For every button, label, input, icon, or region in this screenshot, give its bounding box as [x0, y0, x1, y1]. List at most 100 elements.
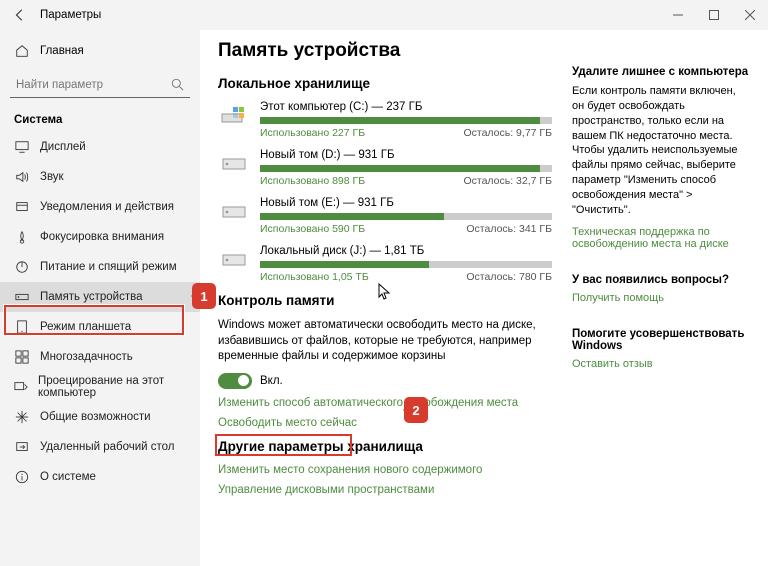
minimize-icon	[673, 10, 683, 20]
aside-link-2[interactable]: Получить помощь	[572, 292, 750, 304]
drive-icon	[218, 197, 250, 223]
drive-free: Осталось: 32,7 ГБ	[463, 175, 552, 187]
storage-icon	[14, 290, 30, 304]
storage-sense-header: Контроль памяти	[218, 293, 552, 308]
sidebar-item-label: О системе	[40, 471, 96, 483]
sidebar-item-label: Многозадачность	[40, 351, 133, 363]
sidebar-item-multitask[interactable]: Многозадачность	[0, 342, 200, 372]
aside-link-3[interactable]: Оставить отзыв	[572, 358, 750, 370]
maximize-icon	[709, 10, 719, 20]
local-storage-header: Локальное хранилище	[218, 76, 552, 91]
remote-icon	[14, 440, 30, 454]
sidebar-item-label: Память устройства	[40, 291, 143, 303]
sidebar-item-display[interactable]: Дисплей	[0, 132, 200, 162]
close-icon	[745, 10, 755, 20]
drive-bar	[260, 117, 552, 124]
storage-sense-text: Windows может автоматически освободить м…	[218, 318, 552, 365]
drive-used: Использовано 1,05 ТБ	[260, 271, 369, 283]
drive-free: Осталось: 9,77 ГБ	[463, 127, 552, 139]
drive-row[interactable]: Новый том (D:) — 931 ГБ Использовано 898…	[218, 149, 552, 187]
close-button[interactable]	[732, 0, 768, 30]
sidebar-home[interactable]: Главная	[0, 36, 200, 66]
aside-title-2: У вас появились вопросы?	[572, 274, 750, 286]
drive-row[interactable]: Этот компьютер (C:) — 237 ГБ Использован…	[218, 101, 552, 139]
sidebar-item-tablet[interactable]: Режим планшета	[0, 312, 200, 342]
sidebar-item-label: Общие возможности	[40, 411, 151, 423]
sidebar-item-label: Звук	[40, 171, 64, 183]
drive-name: Новый том (D:) — 931 ГБ	[260, 149, 552, 161]
sidebar-item-label: Проецирование на этот компьютер	[38, 375, 200, 399]
minimize-button[interactable]	[660, 0, 696, 30]
shared-icon	[14, 410, 30, 424]
sidebar-item-storage[interactable]: Память устройства	[0, 282, 200, 312]
drive-icon	[218, 149, 250, 175]
aside-text-1: Если контроль памяти включен, он будет о…	[572, 84, 750, 218]
sidebar-item-projecting[interactable]: Проецирование на этот компьютер	[0, 372, 200, 402]
project-icon	[14, 380, 28, 394]
link-change-free[interactable]: Изменить способ автоматического освобожд…	[218, 397, 552, 409]
drive-row[interactable]: Локальный диск (J:) — 1,81 ТБ Использова…	[218, 245, 552, 283]
drive-bar	[260, 213, 552, 220]
search-input[interactable]	[16, 79, 171, 91]
tablet-icon	[14, 320, 30, 334]
sidebar-search[interactable]	[10, 72, 190, 98]
link-free-now[interactable]: Освободить место сейчас	[218, 417, 552, 429]
link-save-location[interactable]: Изменить место сохранения нового содержи…	[218, 464, 552, 476]
annotation-callout-2: 2	[404, 397, 428, 423]
sidebar-item-focus[interactable]: Фокусировка внимания	[0, 222, 200, 252]
power-icon	[14, 260, 30, 274]
sidebar-category: Система	[0, 104, 200, 132]
sidebar: Главная Система Дисплей Звук Уведомления…	[0, 30, 200, 566]
multitask-icon	[14, 350, 30, 364]
drive-used: Использовано 227 ГБ	[260, 127, 365, 139]
window-title: Параметры	[40, 9, 101, 21]
drive-row[interactable]: Новый том (E:) — 931 ГБ Использовано 590…	[218, 197, 552, 235]
drive-bar	[260, 261, 552, 268]
storage-sense-toggle[interactable]: Вкл.	[218, 373, 552, 389]
toggle-switch-icon	[218, 373, 252, 389]
sidebar-item-about[interactable]: О системе	[0, 462, 200, 492]
main-content: Память устройства Локальное хранилище Эт…	[218, 40, 572, 566]
drive-icon	[218, 101, 250, 127]
drive-free: Осталось: 341 ГБ	[466, 223, 552, 235]
link-storage-spaces[interactable]: Управление дисковыми пространствами	[218, 484, 552, 496]
drive-name: Локальный диск (J:) — 1,81 ТБ	[260, 245, 552, 257]
sound-icon	[14, 170, 30, 184]
aside-panel: Удалите лишнее с компьютера Если контрол…	[572, 66, 750, 566]
page-title: Память устройства	[218, 40, 552, 62]
sidebar-item-notifications[interactable]: Уведомления и действия	[0, 192, 200, 222]
search-icon	[171, 78, 184, 91]
sidebar-item-label: Фокусировка внимания	[40, 231, 164, 243]
maximize-button[interactable]	[696, 0, 732, 30]
titlebar: Параметры	[0, 0, 768, 30]
arrow-left-icon	[13, 8, 27, 22]
display-icon	[14, 140, 30, 154]
home-icon	[14, 44, 30, 58]
drive-icon	[218, 245, 250, 271]
back-button[interactable]	[8, 3, 32, 27]
drive-used: Использовано 898 ГБ	[260, 175, 365, 187]
toggle-label: Вкл.	[260, 375, 283, 387]
sidebar-item-sound[interactable]: Звук	[0, 162, 200, 192]
sidebar-item-label: Удаленный рабочий стол	[40, 441, 175, 453]
sidebar-home-label: Главная	[40, 45, 84, 57]
drive-name: Этот компьютер (C:) — 237 ГБ	[260, 101, 552, 113]
sidebar-item-power[interactable]: Питание и спящий режим	[0, 252, 200, 282]
sidebar-item-label: Дисплей	[40, 141, 86, 153]
drive-used: Использовано 590 ГБ	[260, 223, 365, 235]
sidebar-item-shared[interactable]: Общие возможности	[0, 402, 200, 432]
info-icon	[14, 470, 30, 484]
sidebar-item-label: Питание и спящий режим	[40, 261, 177, 273]
annotation-callout-1: 1	[192, 283, 216, 309]
drive-bar	[260, 165, 552, 172]
focus-icon	[14, 230, 30, 244]
drive-free: Осталось: 780 ГБ	[466, 271, 552, 283]
other-storage-header: Другие параметры хранилища	[218, 439, 552, 454]
sidebar-item-label: Режим планшета	[40, 321, 131, 333]
sidebar-item-label: Уведомления и действия	[40, 201, 174, 213]
notifications-icon	[14, 200, 30, 214]
sidebar-item-remote[interactable]: Удаленный рабочий стол	[0, 432, 200, 462]
aside-title-3: Помогите усовершенствовать Windows	[572, 328, 750, 352]
drive-name: Новый том (E:) — 931 ГБ	[260, 197, 552, 209]
aside-link-1[interactable]: Техническая поддержка по освобождению ме…	[572, 226, 750, 250]
